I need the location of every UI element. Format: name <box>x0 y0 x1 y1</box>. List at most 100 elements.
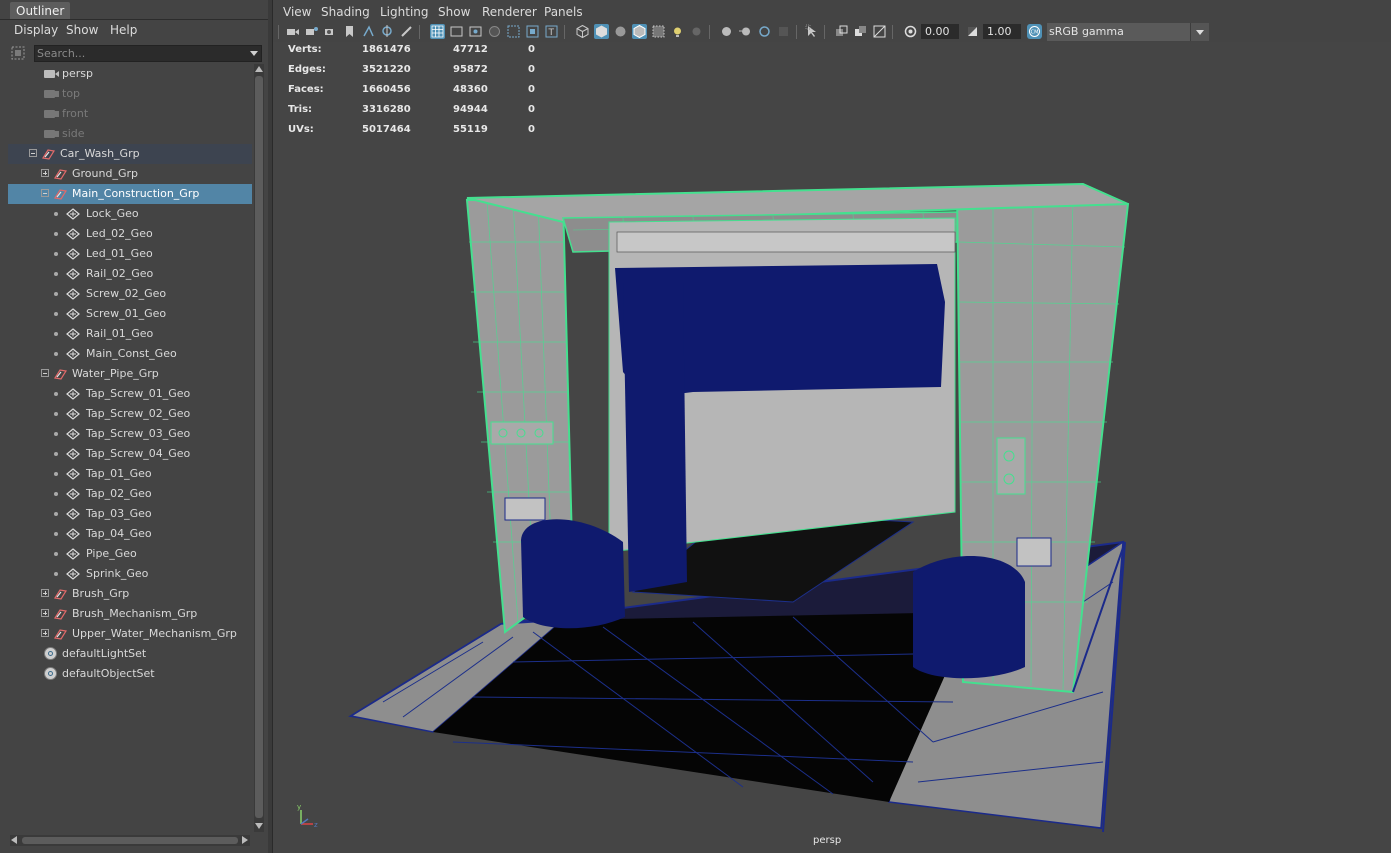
outliner-item-label: Ground_Grp <box>72 167 138 180</box>
outliner-item[interactable]: defaultLightSet <box>8 644 252 664</box>
grease-pencil-icon[interactable] <box>399 24 414 39</box>
outliner-item[interactable]: Led_01_Geo <box>8 244 252 264</box>
outliner-item[interactable]: Main_Const_Geo <box>8 344 252 364</box>
gate-mask-icon[interactable] <box>487 24 502 39</box>
chevron-down-icon[interactable] <box>1190 23 1209 41</box>
bookmarks-icon[interactable] <box>323 24 338 39</box>
outliner-item[interactable]: Rail_02_Geo <box>8 264 252 284</box>
grid-icon[interactable] <box>430 24 445 39</box>
outliner-item[interactable]: Tap_03_Geo <box>8 504 252 524</box>
outliner-item[interactable]: Brush_Mechanism_Grp <box>8 604 252 624</box>
outliner-item[interactable]: Car_Wash_Grp <box>8 144 252 164</box>
expand-icon[interactable] <box>41 629 49 637</box>
outliner-item[interactable]: Brush_Grp <box>8 584 252 604</box>
outliner-item[interactable]: Screw_02_Geo <box>8 284 252 304</box>
menu-shading[interactable]: Shading <box>321 5 370 19</box>
scroll-down-icon[interactable] <box>255 823 263 829</box>
outliner-item[interactable]: Tap_Screw_04_Geo <box>8 444 252 464</box>
wireframe-on-shaded-icon[interactable] <box>632 24 647 39</box>
gamma-icon[interactable] <box>965 24 980 39</box>
outliner-search-input[interactable] <box>37 46 243 61</box>
field-chart-icon[interactable] <box>506 24 521 39</box>
viewport-3d-scene[interactable] <box>273 42 1391 853</box>
scroll-up-icon[interactable] <box>255 66 263 72</box>
axis-gizmo: y z <box>297 803 318 829</box>
menu-renderer[interactable]: Renderer <box>482 5 537 19</box>
outliner-search-field[interactable] <box>34 45 262 62</box>
outliner-item[interactable]: Water_Pipe_Grp <box>8 364 252 384</box>
outliner-item[interactable]: side <box>8 124 252 144</box>
isolate-select-icon[interactable] <box>805 24 820 39</box>
scroll-right-icon[interactable] <box>242 836 248 844</box>
xray-active-components-icon[interactable] <box>853 24 868 39</box>
backface-culling-icon[interactable] <box>872 24 887 39</box>
scrollbar-thumb[interactable] <box>22 837 238 844</box>
expand-icon[interactable] <box>41 589 49 597</box>
expand-icon[interactable] <box>41 169 49 177</box>
outliner-item[interactable]: Screw_01_Geo <box>8 304 252 324</box>
safe-action-icon[interactable] <box>525 24 540 39</box>
filter-icon[interactable] <box>10 45 26 61</box>
wireframe-icon[interactable] <box>575 24 590 39</box>
outliner-item[interactable]: defaultObjectSet <box>8 664 252 684</box>
motion-blur-icon[interactable] <box>738 24 753 39</box>
outliner-item[interactable]: Sprink_Geo <box>8 564 252 584</box>
resolution-gate-icon[interactable] <box>468 24 483 39</box>
outliner-item[interactable]: Ground_Grp <box>8 164 252 184</box>
view-transform-select[interactable]: sRGB gamma <box>1047 23 1209 41</box>
outliner-item[interactable]: persp <box>8 64 252 84</box>
menu-lighting[interactable]: Lighting <box>380 5 429 19</box>
exposure-field[interactable]: 0.00 <box>921 24 959 39</box>
exposure-icon[interactable] <box>903 24 918 39</box>
collapse-icon[interactable] <box>41 369 49 377</box>
collapse-icon[interactable] <box>41 189 49 197</box>
expand-icon[interactable] <box>41 609 49 617</box>
outliner-item[interactable]: Led_02_Geo <box>8 224 252 244</box>
outliner-item[interactable]: Tap_01_Geo <box>8 464 252 484</box>
film-gate-icon[interactable] <box>449 24 464 39</box>
xray-icon[interactable] <box>651 24 666 39</box>
outliner-item[interactable]: Pipe_Geo <box>8 544 252 564</box>
menu-view[interactable]: View <box>283 5 311 19</box>
smooth-shade-icon[interactable] <box>594 24 609 39</box>
outliner-vertical-scrollbar[interactable] <box>254 64 264 832</box>
menu-display[interactable]: Display <box>14 23 58 37</box>
menu-show[interactable]: Show <box>438 5 470 19</box>
image-plane-icon[interactable] <box>361 24 376 39</box>
outliner-item[interactable]: Tap_Screw_03_Geo <box>8 424 252 444</box>
select-camera-icon[interactable] <box>285 24 300 39</box>
depth-of-field-icon[interactable] <box>776 24 791 39</box>
outliner-item[interactable]: top <box>8 84 252 104</box>
collapse-icon[interactable] <box>29 149 37 157</box>
menu-show[interactable]: Show <box>66 23 98 37</box>
default-material-icon[interactable] <box>613 24 628 39</box>
bookmark-icon[interactable] <box>342 24 357 39</box>
outliner-item[interactable]: Rail_01_Geo <box>8 324 252 344</box>
outliner-item[interactable]: Tap_Screw_02_Geo <box>8 404 252 424</box>
outliner-item[interactable]: Tap_02_Geo <box>8 484 252 504</box>
scroll-left-icon[interactable] <box>11 836 17 844</box>
outliner-horizontal-scrollbar[interactable] <box>10 835 250 846</box>
color-management-icon[interactable]: CM <box>1027 24 1042 39</box>
outliner-item[interactable]: Tap_04_Geo <box>8 524 252 544</box>
camera-attributes-icon[interactable] <box>304 24 319 39</box>
use-all-lights-icon[interactable] <box>670 24 685 39</box>
outliner-item[interactable]: front <box>8 104 252 124</box>
outliner-item[interactable]: Tap_Screw_01_Geo <box>8 384 252 404</box>
gamma-field[interactable]: 1.00 <box>983 24 1021 39</box>
outliner-item[interactable]: Main_Construction_Grp <box>8 184 252 204</box>
outliner-item[interactable]: Upper_Water_Mechanism_Grp <box>8 624 252 644</box>
screen-space-ao-icon[interactable] <box>719 24 734 39</box>
safe-title-icon[interactable]: T <box>544 24 559 39</box>
2d-pan-zoom-icon[interactable] <box>380 24 395 39</box>
anti-aliasing-icon[interactable] <box>757 24 772 39</box>
outliner-item[interactable]: Lock_Geo <box>8 204 252 224</box>
shadows-icon[interactable] <box>689 24 704 39</box>
hierarchy-dot-icon <box>54 452 58 456</box>
scrollbar-thumb[interactable] <box>255 76 263 818</box>
outliner-tab[interactable]: Outliner <box>10 2 71 20</box>
search-dropdown-icon[interactable] <box>250 51 258 56</box>
menu-help[interactable]: Help <box>110 23 137 37</box>
menu-panels[interactable]: Panels <box>544 5 583 19</box>
xray-joints-icon[interactable] <box>834 24 849 39</box>
